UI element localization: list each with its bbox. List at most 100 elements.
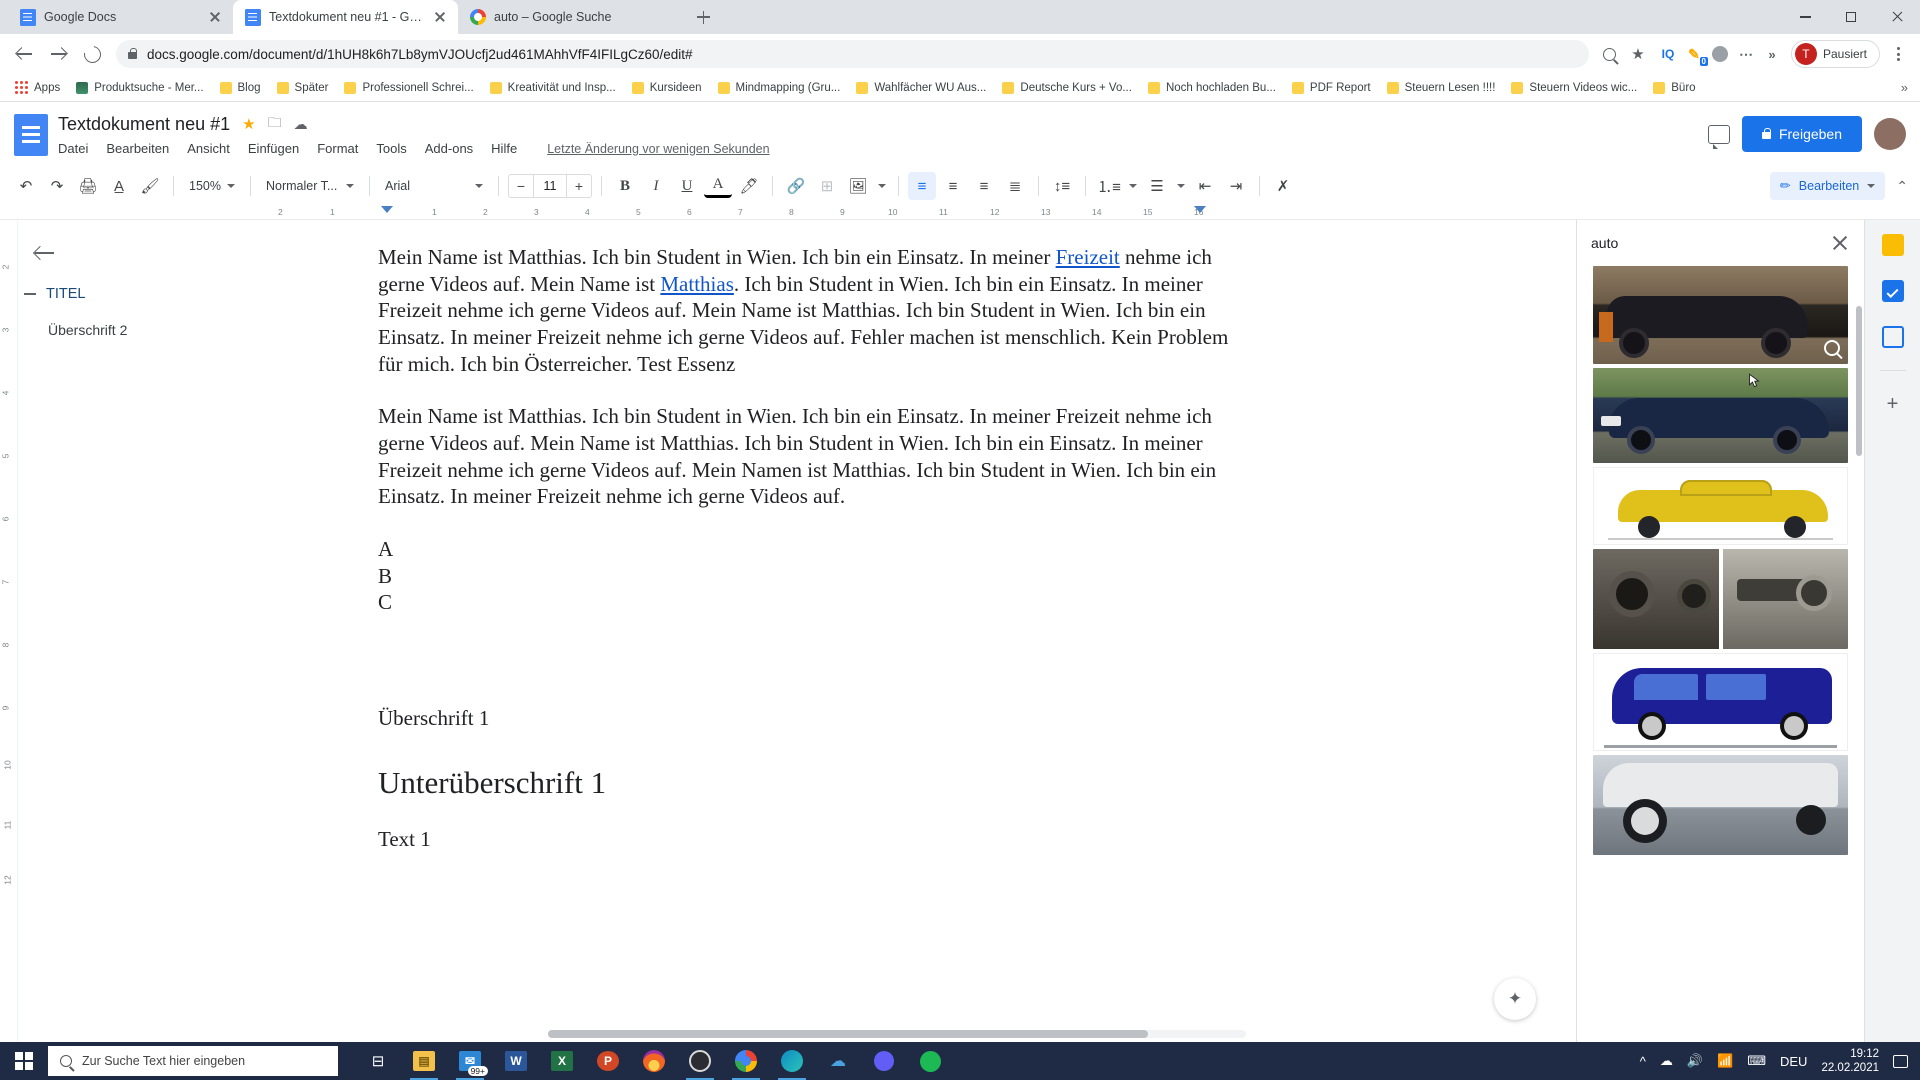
- result-thumbnail-4[interactable]: [1593, 549, 1848, 649]
- bookmarks-overflow-icon[interactable]: »: [1901, 80, 1912, 95]
- result-thumbnail-1[interactable]: [1593, 266, 1848, 364]
- explore-button[interactable]: ✦: [1494, 978, 1536, 1020]
- bookmark-item[interactable]: Deutsche Kurs + Vo...: [995, 79, 1139, 97]
- menu-tools[interactable]: Tools: [376, 141, 406, 156]
- browser-tab-1[interactable]: Google Docs: [8, 0, 233, 34]
- side-panel-scrollbar[interactable]: [1856, 306, 1862, 456]
- bulleted-list-icon[interactable]: ☰: [1143, 172, 1171, 200]
- onedrive-icon[interactable]: ☁: [816, 1042, 860, 1080]
- bookmark-apps[interactable]: Apps: [8, 78, 67, 97]
- font-size-value[interactable]: 11: [532, 175, 567, 197]
- menu-bearbeiten[interactable]: Bearbeiten: [106, 141, 169, 156]
- document-title[interactable]: Textdokument neu #1: [58, 114, 230, 135]
- menu-addons[interactable]: Add-ons: [425, 141, 473, 156]
- add-comment-icon[interactable]: ⊞: [813, 172, 841, 200]
- paragraph-1[interactable]: Mein Name ist Matthias. Ich bin Student …: [378, 244, 1238, 377]
- align-center-button[interactable]: ≡: [939, 172, 967, 200]
- wifi-icon[interactable]: 📶: [1717, 1053, 1733, 1069]
- increase-indent-icon[interactable]: ⇥: [1222, 172, 1250, 200]
- bookmark-item[interactable]: Noch hochladen Bu...: [1141, 79, 1283, 97]
- bookmark-item[interactable]: Wahlfächer WU Aus...: [849, 79, 993, 97]
- side-panel-query[interactable]: auto: [1591, 235, 1820, 251]
- yellow-extension-icon[interactable]: ✎ 0: [1683, 43, 1708, 66]
- clear-formatting-icon[interactable]: ✗: [1269, 172, 1297, 200]
- document-text-1[interactable]: Text 1: [378, 827, 1238, 852]
- highlight-color-button[interactable]: 🖊: [735, 172, 763, 200]
- chevron-down-icon[interactable]: [1174, 172, 1188, 200]
- google-calendar-icon[interactable]: [1880, 278, 1906, 304]
- line-spacing-icon[interactable]: ↕≡: [1048, 172, 1076, 200]
- horizontal-scrollbar[interactable]: [548, 1030, 1246, 1038]
- close-window-button[interactable]: [1874, 0, 1920, 34]
- iq-extension-icon[interactable]: IQ: [1657, 43, 1679, 65]
- close-icon[interactable]: [1830, 233, 1850, 253]
- menu-datei[interactable]: Datei: [58, 141, 88, 156]
- undo-icon[interactable]: ↶: [12, 172, 40, 200]
- list-item[interactable]: C: [378, 589, 1238, 616]
- minimize-button[interactable]: [1782, 0, 1828, 34]
- bookmark-item[interactable]: Steuern Videos wic...: [1504, 79, 1644, 97]
- gray-extension-icon[interactable]: [1709, 43, 1731, 65]
- right-indent-marker[interactable]: [1194, 206, 1206, 213]
- outline-item-ueberschrift2[interactable]: Überschrift 2: [34, 322, 252, 338]
- profile-button[interactable]: T Pausiert: [1790, 40, 1880, 68]
- bookmark-item[interactable]: Büro: [1646, 79, 1702, 97]
- italic-button[interactable]: I: [642, 172, 670, 200]
- font-select[interactable]: Arial: [379, 173, 489, 199]
- numbered-list-icon[interactable]: ⒈≡: [1095, 172, 1123, 200]
- paragraph-2[interactable]: Mein Name ist Matthias. Ich bin Student …: [378, 403, 1238, 510]
- bookmark-item[interactable]: PDF Report: [1285, 79, 1378, 97]
- forward-button[interactable]: [42, 38, 74, 70]
- outline-item-titel[interactable]: TITEL: [24, 286, 252, 302]
- decrease-indent-icon[interactable]: ⇤: [1191, 172, 1219, 200]
- comment-icon[interactable]: [1707, 124, 1730, 149]
- chevron-down-icon[interactable]: [875, 172, 889, 200]
- document-heading-2[interactable]: Unterüberschrift 1: [378, 765, 1238, 801]
- zoom-select[interactable]: 150%: [183, 173, 241, 199]
- insert-image-icon[interactable]: 🖼: [844, 172, 872, 200]
- side-panel-results[interactable]: [1577, 266, 1864, 1042]
- list-item[interactable]: A: [378, 536, 1238, 563]
- left-indent-marker[interactable]: [381, 206, 393, 213]
- list-item[interactable]: B: [378, 563, 1238, 590]
- result-thumbnail-5[interactable]: [1593, 653, 1848, 751]
- cloud-saved-icon[interactable]: ☁: [294, 116, 308, 133]
- edge-icon[interactable]: [770, 1042, 814, 1080]
- font-size-stepper[interactable]: − 11 +: [507, 174, 592, 198]
- show-hidden-icons-chevron[interactable]: ^: [1640, 1054, 1646, 1069]
- more-extensions-icon[interactable]: ⋯: [1735, 43, 1757, 65]
- bold-button[interactable]: B: [611, 172, 639, 200]
- paint-format-icon[interactable]: 🖌: [136, 172, 164, 200]
- clock[interactable]: 19:12 22.02.2021: [1821, 1047, 1879, 1076]
- paragraph-style-select[interactable]: Normaler T...: [260, 173, 360, 199]
- new-tab-button[interactable]: [689, 3, 717, 31]
- taskbar-search-input[interactable]: Zur Suche Text hier eingeben: [48, 1046, 338, 1076]
- language-indicator[interactable]: DEU: [1780, 1054, 1807, 1069]
- browser-tab-3[interactable]: auto – Google Suche: [458, 0, 683, 34]
- google-keep-icon[interactable]: [1880, 232, 1906, 258]
- menu-ansicht[interactable]: Ansicht: [187, 141, 230, 156]
- loom-icon[interactable]: [862, 1042, 906, 1080]
- document-page[interactable]: Mein Name ist Matthias. Ich bin Student …: [378, 244, 1238, 852]
- google-docs-logo[interactable]: [14, 114, 48, 156]
- account-avatar[interactable]: [1874, 118, 1906, 150]
- result-thumbnail-3[interactable]: [1593, 467, 1848, 545]
- insert-link-icon[interactable]: 🔗: [782, 172, 810, 200]
- reload-button[interactable]: [76, 38, 108, 70]
- bookmark-item[interactable]: Blog: [213, 79, 268, 97]
- browser-tab-2[interactable]: Textdokument neu #1 - Google D: [233, 0, 458, 34]
- move-to-folder-icon[interactable]: 🗀: [268, 112, 282, 136]
- underline-button[interactable]: U: [673, 172, 701, 200]
- file-explorer-icon[interactable]: ▤: [402, 1042, 446, 1080]
- bookmark-item[interactable]: Später: [270, 79, 336, 97]
- text-color-button[interactable]: A: [703, 174, 732, 198]
- chrome-menu-icon[interactable]: [1884, 40, 1912, 68]
- menu-format[interactable]: Format: [317, 141, 358, 156]
- bookmark-item[interactable]: Mindmapping (Gru...: [711, 79, 848, 97]
- document-heading-1[interactable]: Überschrift 1: [378, 706, 1238, 731]
- link-matthias[interactable]: Matthias: [660, 272, 734, 296]
- add-addon-icon[interactable]: +: [1880, 391, 1906, 417]
- share-button[interactable]: Freigeben: [1741, 116, 1862, 152]
- firefox-icon[interactable]: [632, 1042, 676, 1080]
- google-tasks-icon[interactable]: [1880, 324, 1906, 350]
